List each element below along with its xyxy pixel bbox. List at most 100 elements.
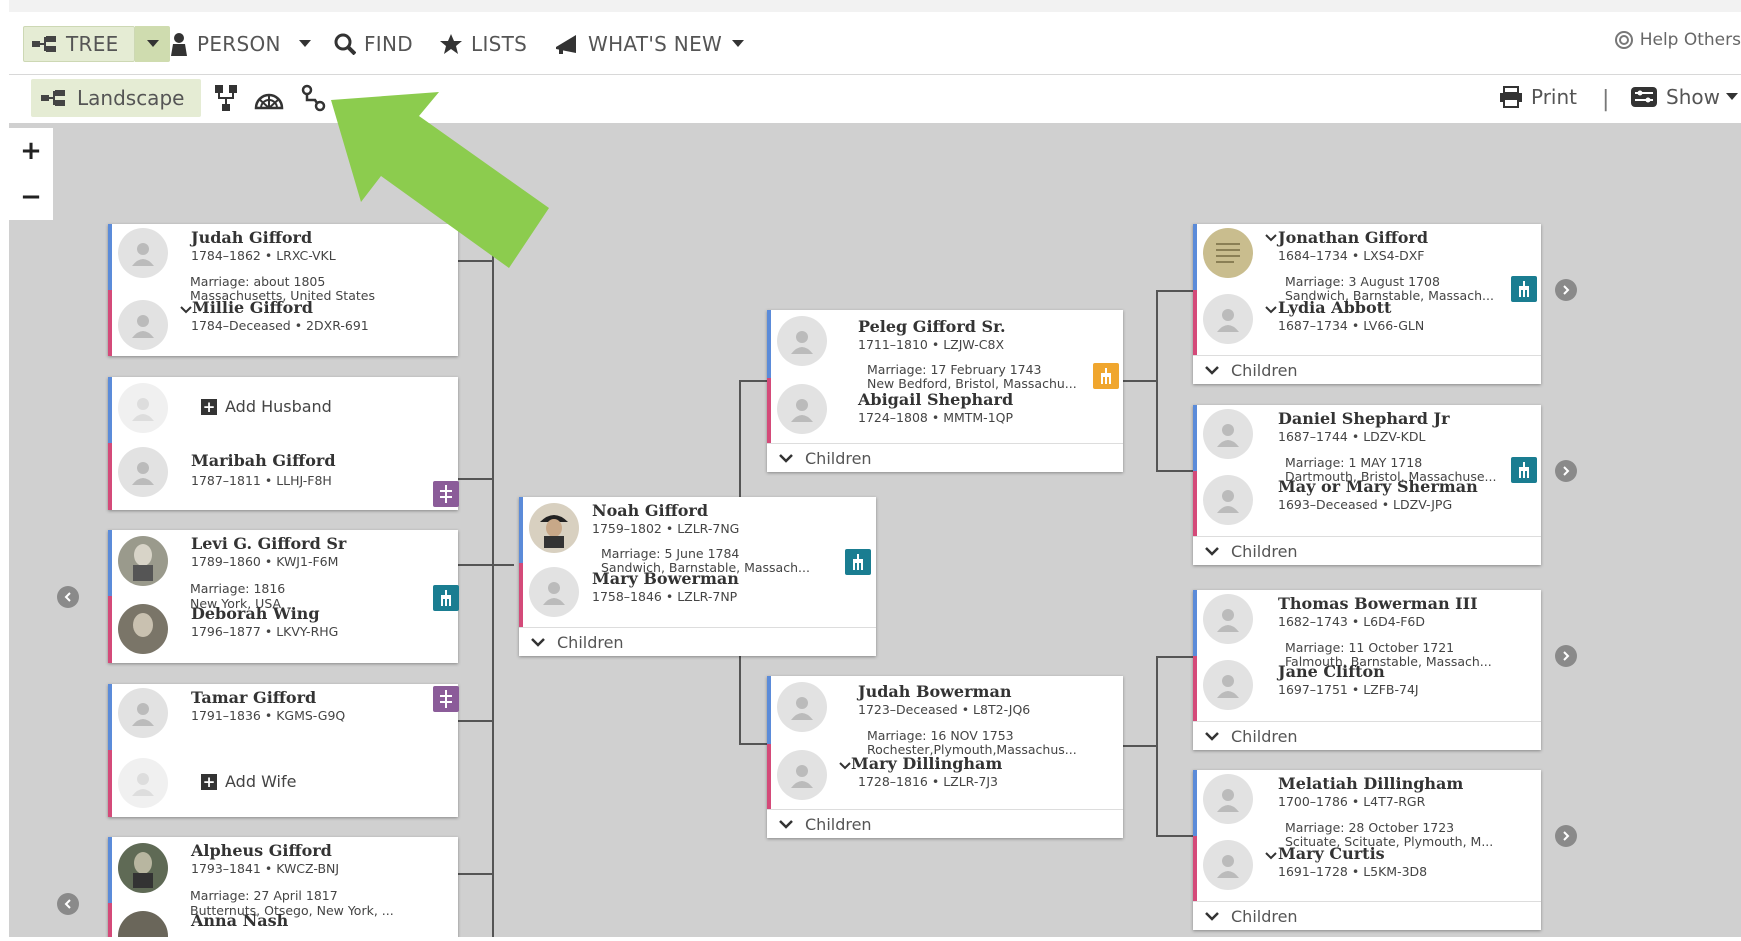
- chevron-down-icon[interactable]: [180, 306, 192, 314]
- children-toggle[interactable]: Children: [519, 627, 876, 656]
- grandparents-couple-card[interactable]: Melatiah Dillingham 1700–1786 • L4T7-RGR…: [1193, 770, 1541, 930]
- person-name[interactable]: Noah Gifford: [592, 501, 708, 520]
- person-name[interactable]: Lydia Abbott: [1278, 298, 1391, 317]
- wife-row[interactable]: Anna Nash: [118, 907, 448, 937]
- print-button[interactable]: Print: [1499, 85, 1577, 109]
- tree-dropdown-caret[interactable]: [135, 26, 170, 62]
- person-name[interactable]: May or Mary Sherman: [1278, 477, 1478, 496]
- parents-couple-card[interactable]: Peleg Gifford Sr. 1711–1810 • LZJW-C8X M…: [767, 310, 1123, 472]
- grandparents-couple-card[interactable]: Thomas Bowerman III 1682–1743 • L6D4-F6D…: [1193, 590, 1541, 750]
- fan-chart-view-icon[interactable]: [254, 84, 284, 112]
- zoom-in-button[interactable]: +: [9, 128, 53, 174]
- person-nav-button[interactable]: PERSON: [169, 26, 319, 62]
- children-toggle[interactable]: Children: [767, 443, 1123, 472]
- avatar: [777, 316, 827, 366]
- landscape-view-button[interactable]: Landscape: [31, 79, 201, 117]
- avatar: [1203, 475, 1253, 525]
- lists-nav-button[interactable]: LISTS: [439, 26, 527, 62]
- person-name[interactable]: Mary Bowerman: [592, 569, 739, 588]
- person-name[interactable]: Levi G. Gifford Sr: [191, 534, 346, 553]
- add-husband-row[interactable]: + Add Husband: [118, 377, 448, 439]
- wife-row[interactable]: Mary Bowerman 1758–1846 • LZLR-7NP: [529, 565, 866, 627]
- help-others-link[interactable]: Help Others: [1614, 30, 1741, 50]
- grandparents-trunk-line: [1156, 656, 1158, 836]
- add-husband-button[interactable]: + Add Husband: [201, 397, 332, 416]
- chevron-right-icon: [1563, 285, 1570, 295]
- person-name[interactable]: Judah Bowerman: [858, 682, 1011, 701]
- person-name[interactable]: Millie Gifford: [192, 298, 313, 317]
- person-name[interactable]: Tamar Gifford: [191, 688, 316, 707]
- grandparents-couple-card[interactable]: Daniel Shephard Jr 1687–1744 • LDZV-KDL …: [1193, 405, 1541, 565]
- wife-row[interactable]: Abigail Shephard 1724–1808 • MMTM-1QP: [777, 382, 1113, 444]
- child-family-card[interactable]: + Add Husband Maribah Gifford 1787–1811 •…: [108, 377, 459, 510]
- expand-right-button[interactable]: [1555, 279, 1577, 301]
- person-name[interactable]: Peleg Gifford Sr.: [858, 317, 1006, 336]
- tree-nav-button[interactable]: TREE: [23, 26, 135, 62]
- child-family-card[interactable]: Tamar Gifford 1791–1836 • KGMS-G9Q + Add …: [108, 684, 459, 817]
- hint-icon: [440, 690, 452, 708]
- children-toggle[interactable]: Children: [767, 809, 1123, 838]
- female-indicator: [519, 563, 523, 627]
- annotation-arrow: [331, 92, 549, 268]
- person-name[interactable]: Mary Dillingham: [851, 754, 1002, 773]
- wife-row[interactable]: Jane Clifton 1697–1751 • LZFB-74J: [1203, 658, 1531, 720]
- person-name[interactable]: Mary Curtis: [1278, 844, 1385, 863]
- person-name[interactable]: Judah Gifford: [191, 228, 312, 247]
- child-family-card[interactable]: Alpheus Gifford 1793–1841 • KWCZ-BNJ Mar…: [108, 837, 458, 937]
- temple-badge[interactable]: [433, 585, 459, 611]
- chevron-down-icon[interactable]: [1265, 234, 1277, 242]
- person-name[interactable]: Thomas Bowerman III: [1278, 594, 1478, 613]
- person-name[interactable]: Daniel Shephard Jr: [1278, 409, 1450, 428]
- husband-row[interactable]: Tamar Gifford 1791–1836 • KGMS-G9Q: [118, 684, 448, 746]
- add-husband-label: Add Husband: [225, 397, 332, 416]
- expand-right-button[interactable]: [1555, 460, 1577, 482]
- chevron-down-icon[interactable]: [1265, 306, 1277, 314]
- person-name[interactable]: Deborah Wing: [191, 604, 320, 623]
- parents-couple-card[interactable]: Judah Bowerman 1723–Deceased • L8T2-JQ6 …: [767, 676, 1123, 838]
- find-nav-button[interactable]: FIND: [334, 26, 413, 62]
- zoom-out-button[interactable]: −: [9, 174, 53, 220]
- person-name[interactable]: Maribah Gifford: [191, 451, 336, 470]
- portrait-view-icon[interactable]: [214, 84, 238, 112]
- person-name[interactable]: Abigail Shephard: [858, 390, 1013, 409]
- person-name[interactable]: Anna Nash: [191, 911, 288, 930]
- focus-couple-card[interactable]: Noah Gifford 1759–1802 • LZLR-7NG Marria…: [519, 497, 876, 656]
- person-info: 1789–1860 • KWJ1-F6M: [191, 554, 339, 569]
- person-name[interactable]: Jane Clifton: [1278, 662, 1385, 681]
- expand-left-button[interactable]: [57, 586, 79, 608]
- research-hint-badge[interactable]: [433, 481, 459, 507]
- children-toggle[interactable]: Children: [1193, 901, 1541, 930]
- wife-row[interactable]: Deborah Wing 1796–1877 • LKVY-RHG: [118, 600, 448, 662]
- wife-row[interactable]: Mary Curtis 1691–1728 • L5KM-3D8: [1203, 838, 1531, 900]
- female-indicator: [767, 378, 771, 444]
- children-toggle[interactable]: Children: [1193, 355, 1541, 384]
- grandparents-couple-card[interactable]: Jonathan Gifford 1684–1734 • LXS4-DXF Ma…: [1193, 224, 1541, 384]
- person-name[interactable]: Jonathan Gifford: [1278, 228, 1428, 247]
- child-family-card[interactable]: Levi G. Gifford Sr 1789–1860 • KWJ1-F6M …: [108, 530, 459, 663]
- add-wife-row[interactable]: + Add Wife: [118, 752, 448, 814]
- person-name[interactable]: Melatiah Dillingham: [1278, 774, 1463, 793]
- wife-row[interactable]: Lydia Abbott 1687–1734 • LV66-GLN: [1203, 292, 1531, 354]
- silhouette-icon: [132, 773, 154, 796]
- add-wife-button[interactable]: + Add Wife: [201, 772, 296, 791]
- chevron-down-icon[interactable]: [839, 762, 851, 770]
- show-options-button[interactable]: Show: [1630, 85, 1738, 109]
- wife-row[interactable]: Millie Gifford 1784–Deceased • 2DXR-691: [118, 296, 448, 358]
- wife-row[interactable]: Maribah Gifford 1787–1811 • LLHJ-F8H: [118, 445, 448, 507]
- person-name[interactable]: Alpheus Gifford: [191, 841, 332, 860]
- children-toggle[interactable]: Children: [1193, 721, 1541, 750]
- expand-right-button[interactable]: [1555, 645, 1577, 667]
- wife-row[interactable]: May or Mary Sherman 1693–Deceased • LDZV…: [1203, 473, 1531, 535]
- expand-right-button[interactable]: [1555, 825, 1577, 847]
- wife-row[interactable]: Mary Dillingham 1728–1816 • LZLR-7J3: [777, 748, 1113, 810]
- children-toggle[interactable]: Children: [1193, 536, 1541, 565]
- marriage-date: Marriage: 1 MAY 1718: [1285, 455, 1423, 470]
- chevron-right-icon: [1563, 466, 1570, 476]
- research-hint-badge[interactable]: [433, 686, 459, 712]
- chevron-down-icon: [1205, 365, 1219, 375]
- children-label: Children: [805, 814, 872, 834]
- whats-new-nav-button[interactable]: WHAT'S NEW: [554, 26, 752, 62]
- avatar: [118, 383, 168, 433]
- chevron-down-icon[interactable]: [1265, 852, 1277, 860]
- expand-left-button[interactable]: [57, 893, 79, 915]
